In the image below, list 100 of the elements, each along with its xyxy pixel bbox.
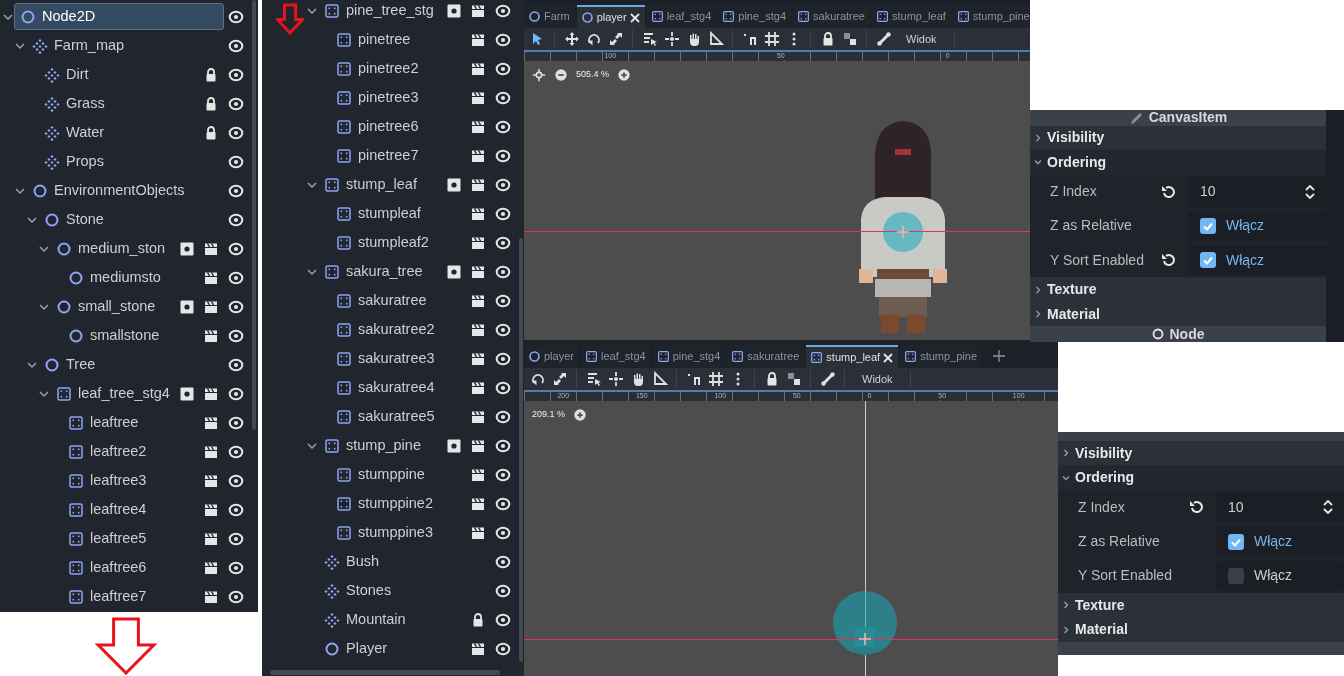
- eye-icon[interactable]: [228, 298, 244, 315]
- clapperboard-icon[interactable]: [470, 524, 486, 541]
- checkbox[interactable]: [1228, 533, 1244, 550]
- tree-item[interactable]: stumppine2: [330, 490, 491, 517]
- revert-icon[interactable]: [1160, 252, 1176, 269]
- rotate-icon[interactable]: [585, 31, 602, 47]
- tree-item[interactable]: Node2D: [14, 3, 224, 30]
- tree-item[interactable]: Tree: [38, 351, 224, 378]
- eye-icon[interactable]: [495, 60, 511, 77]
- tree-item[interactable]: Dirt: [38, 61, 224, 88]
- eye-icon[interactable]: [495, 437, 511, 454]
- eye-icon[interactable]: [495, 466, 511, 483]
- tree-item[interactable]: leaftree6: [62, 554, 224, 581]
- zoom-in-icon[interactable]: [573, 408, 588, 422]
- pivot-icon[interactable]: [607, 371, 624, 387]
- section-toggle[interactable]: Visibility: [1058, 440, 1344, 466]
- section-toggle[interactable]: Material: [1030, 301, 1326, 327]
- tree-item[interactable]: stumppine3: [330, 519, 491, 546]
- eye-icon[interactable]: [495, 2, 511, 19]
- section-toggle[interactable]: Texture: [1030, 277, 1326, 302]
- list-select-icon[interactable]: [641, 31, 658, 47]
- zoom-in-icon[interactable]: [617, 68, 632, 82]
- tree-item[interactable]: pinetree3: [330, 84, 491, 111]
- eye-icon[interactable]: [495, 176, 511, 193]
- list-select-icon[interactable]: [585, 371, 602, 387]
- tree-item[interactable]: Stones: [318, 577, 491, 604]
- tree-item[interactable]: sakuratree2: [330, 316, 491, 343]
- clapperboard-icon[interactable]: [203, 530, 219, 547]
- checkbox-label[interactable]: Włącz: [1226, 215, 1265, 237]
- tree-item[interactable]: Stone: [38, 206, 224, 233]
- tree-item[interactable]: stump_pine: [318, 432, 491, 459]
- eye-icon[interactable]: [228, 472, 244, 489]
- clapperboard-icon[interactable]: [203, 501, 219, 518]
- scrollbar[interactable]: [252, 0, 256, 430]
- tree-item[interactable]: sakuratree3: [330, 345, 491, 372]
- clapperboard-icon[interactable]: [470, 379, 486, 396]
- tree-item[interactable]: Farm_map: [26, 32, 224, 59]
- clapperboard-icon[interactable]: [470, 437, 486, 454]
- eye-icon[interactable]: [228, 559, 244, 576]
- checkbox[interactable]: [1200, 252, 1216, 269]
- eye-icon[interactable]: [228, 66, 244, 83]
- group-icon[interactable]: [785, 371, 802, 387]
- clapperboard-icon[interactable]: [470, 234, 486, 251]
- eye-icon[interactable]: [228, 443, 244, 460]
- plus-icon[interactable]: [992, 349, 1006, 363]
- clapperboard-icon[interactable]: [203, 472, 219, 489]
- tree-item[interactable]: smallstone: [62, 322, 224, 349]
- clapperboard-icon[interactable]: [470, 466, 486, 483]
- group-icon[interactable]: [841, 31, 858, 47]
- close-icon[interactable]: [883, 352, 894, 363]
- eye-icon[interactable]: [228, 356, 244, 373]
- tree-item[interactable]: stumpleaf: [330, 200, 491, 227]
- eye-icon[interactable]: [228, 37, 244, 54]
- eye-icon[interactable]: [495, 553, 511, 570]
- eye-icon[interactable]: [228, 327, 244, 344]
- eye-icon[interactable]: [228, 588, 244, 605]
- clapperboard-icon[interactable]: [470, 205, 486, 222]
- eye-icon[interactable]: [495, 524, 511, 541]
- clapperboard-icon[interactable]: [470, 640, 486, 657]
- clapperboard-icon[interactable]: [203, 269, 219, 286]
- tree-item[interactable]: leaftree: [62, 409, 224, 436]
- tree-item[interactable]: pinetree6: [330, 113, 491, 140]
- eye-icon[interactable]: [228, 501, 244, 518]
- clapperboard-icon[interactable]: [470, 31, 486, 48]
- scale-icon[interactable]: [607, 31, 624, 47]
- eye-icon[interactable]: [495, 379, 511, 396]
- tree-item[interactable]: small_stone: [50, 293, 224, 320]
- eye-icon[interactable]: [495, 89, 511, 106]
- rotate-icon[interactable]: [529, 371, 546, 387]
- eye-icon[interactable]: [495, 495, 511, 512]
- grid-icon[interactable]: [707, 371, 724, 387]
- tree-item[interactable]: medium_ston: [50, 235, 224, 262]
- clapperboard-icon[interactable]: [203, 559, 219, 576]
- eye-icon[interactable]: [495, 640, 511, 657]
- number-field[interactable]: 10: [1188, 176, 1326, 207]
- revert-icon[interactable]: [1188, 499, 1204, 516]
- spinner-icon[interactable]: [1322, 499, 1334, 516]
- tree-item[interactable]: Player: [318, 635, 491, 662]
- eye-icon[interactable]: [228, 414, 244, 431]
- tree-item[interactable]: stumppine: [330, 461, 491, 488]
- tree-item[interactable]: EnvironmentObjects: [26, 177, 224, 204]
- scale-icon[interactable]: [551, 371, 568, 387]
- tree-item[interactable]: pinetree: [330, 26, 491, 53]
- eye-icon[interactable]: [228, 182, 244, 199]
- tree-item[interactable]: pinetree2: [330, 55, 491, 82]
- clapperboard-icon[interactable]: [470, 321, 486, 338]
- tree-item[interactable]: sakuratree: [330, 287, 491, 314]
- grid-icon[interactable]: [763, 31, 780, 47]
- eye-icon[interactable]: [495, 408, 511, 425]
- section-toggle[interactable]: Texture: [1058, 593, 1344, 618]
- eye-icon[interactable]: [228, 385, 244, 402]
- eye-icon[interactable]: [495, 234, 511, 251]
- eye-icon[interactable]: [495, 263, 511, 280]
- scrollbar[interactable]: [270, 670, 500, 675]
- clapperboard-icon[interactable]: [203, 240, 219, 257]
- tree-item[interactable]: leaftree7: [62, 583, 224, 610]
- ruler-icon[interactable]: [651, 371, 668, 387]
- tree-item[interactable]: leaftree2: [62, 438, 224, 465]
- tree-item[interactable]: leaftree4: [62, 496, 224, 523]
- clapperboard-icon[interactable]: [203, 298, 219, 315]
